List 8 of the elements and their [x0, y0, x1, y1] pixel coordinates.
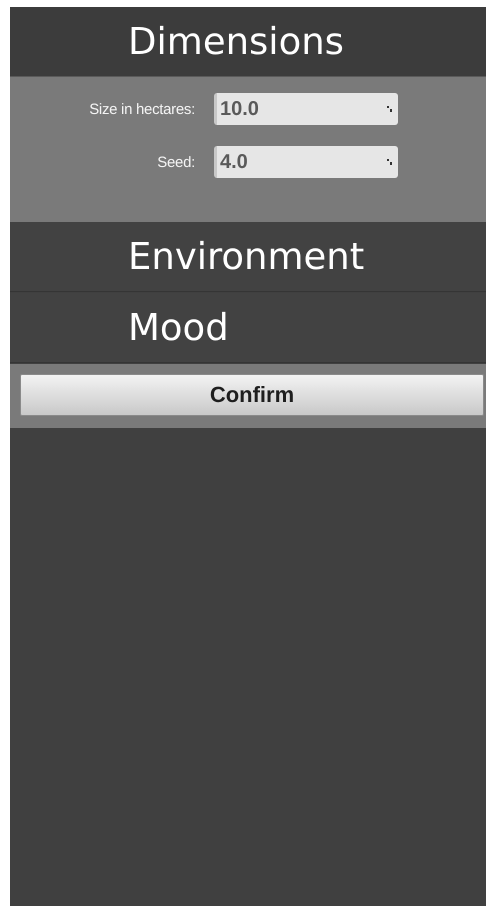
- number-field[interactable]: 10.0: [214, 93, 398, 125]
- section-header[interactable]: Dimensions: [10, 7, 486, 77]
- field-label: Seed:: [156, 154, 195, 170]
- number-field[interactable]: 4.0: [214, 146, 398, 178]
- resize-grip-icon: [387, 159, 392, 165]
- field-label: Size in hectares:: [88, 100, 195, 118]
- confirm-button[interactable]: Confirm: [20, 374, 484, 416]
- resize-grip-icon: [387, 106, 392, 112]
